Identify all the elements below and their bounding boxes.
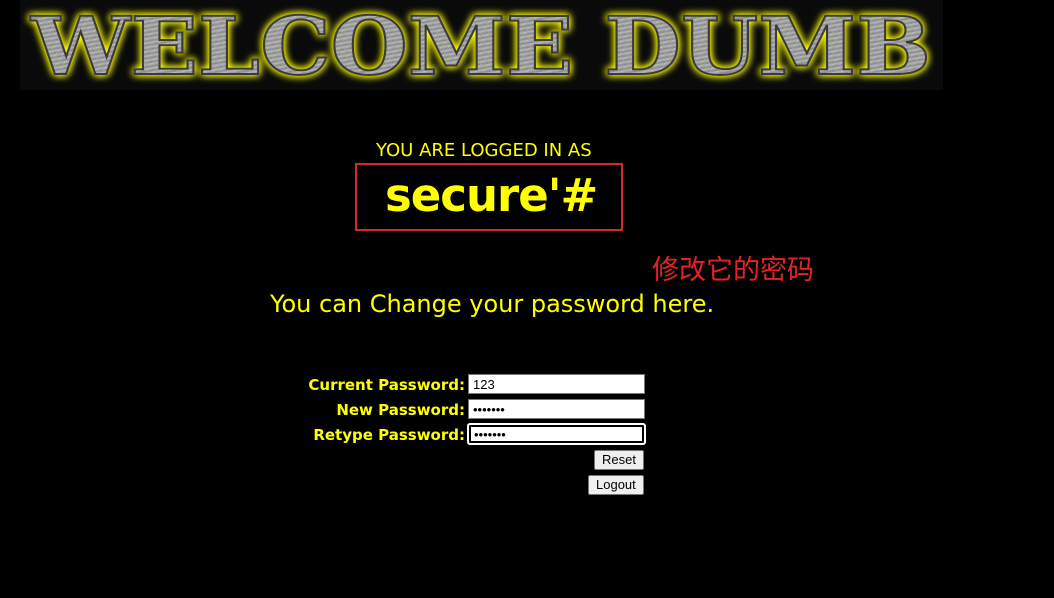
reset-button[interactable]: Reset [594,450,644,470]
welcome-banner: WELCOME DUMB [20,0,943,90]
current-password-label: Current Password: [308,376,465,394]
retype-password-row: Retype Password: [0,424,1054,446]
page: WELCOME DUMB YOU ARE LOGGED IN AS secure… [0,0,1054,598]
banner-logo-image: WELCOME DUMB [29,0,932,90]
new-password-row: New Password: [0,399,1054,421]
logged-in-label: YOU ARE LOGGED IN AS [376,140,592,161]
retype-password-input[interactable] [468,424,645,444]
new-password-label: New Password: [336,401,465,419]
banner-title-text: WELCOME DUMB [30,0,931,90]
annotation-text: 修改它的密码 [652,255,814,286]
current-password-row: Current Password: [0,374,1054,396]
username: secure'# [385,169,598,222]
username-highlight-box: secure'# [355,163,623,231]
change-password-heading: You can Change your password here. [270,290,715,318]
current-password-input[interactable] [468,374,645,394]
retype-password-label: Retype Password: [313,426,465,444]
logout-button[interactable]: Logout [588,475,644,495]
new-password-input[interactable] [468,399,645,419]
